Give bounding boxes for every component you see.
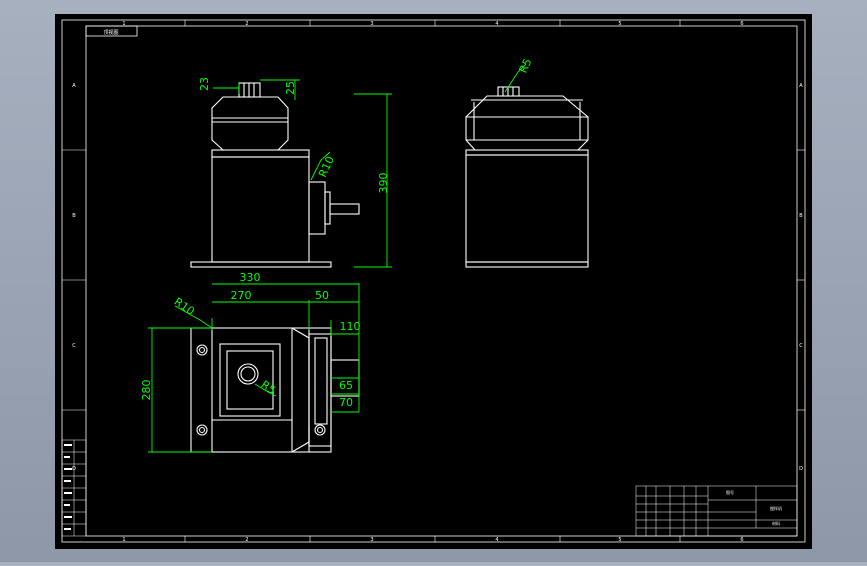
- ruler-bottom-6: 6: [740, 537, 743, 543]
- dim-25: 25: [284, 81, 297, 95]
- ruler-right-c: C: [799, 343, 803, 349]
- title-material: 材料: [772, 520, 780, 526]
- cad-viewport: 顶视图 1 2 3 4 5 6 1 2 3 4 5 6 A B C D A B …: [0, 0, 867, 562]
- dim-390: 390: [377, 173, 390, 194]
- ruler-bottom-2: 2: [245, 537, 248, 543]
- ruler-left-b: B: [72, 213, 76, 219]
- dim-23: 23: [198, 77, 211, 91]
- ruler-top-2: 2: [245, 21, 248, 27]
- dim-270: 270: [231, 289, 252, 302]
- ruler-bottom-3: 3: [370, 537, 373, 543]
- title-drawing-no: 图号: [726, 489, 734, 495]
- dim-65: 65: [339, 379, 353, 392]
- ruler-top-3: 3: [370, 21, 373, 27]
- ruler-bottom-5: 5: [618, 537, 621, 543]
- ruler-right-b: B: [799, 213, 803, 219]
- ruler-top-4: 4: [495, 21, 498, 27]
- ruler-bottom-4: 4: [495, 537, 498, 543]
- dim-110: 110: [340, 320, 361, 333]
- ruler-right-a: A: [799, 83, 803, 89]
- title-part-name: 搅拌机: [770, 505, 782, 511]
- corner-stamp: 顶视图: [103, 29, 118, 36]
- dim-280: 280: [140, 380, 153, 401]
- ruler-right-d: D: [799, 466, 803, 472]
- dim-330: 330: [240, 271, 261, 284]
- ruler-top-6: 6: [740, 21, 743, 27]
- ruler-left-c: C: [72, 343, 76, 349]
- ruler-top-5: 5: [618, 21, 621, 27]
- ruler-left-a: A: [72, 83, 76, 89]
- cad-drawing: 顶视图 1 2 3 4 5 6 1 2 3 4 5 6 A B C D A B …: [55, 14, 812, 549]
- dim-70: 70: [339, 396, 353, 409]
- ruler-bottom-1: 1: [122, 537, 125, 543]
- dim-50: 50: [315, 289, 329, 302]
- ruler-top-1: 1: [122, 21, 125, 27]
- drawing-canvas: [55, 14, 812, 549]
